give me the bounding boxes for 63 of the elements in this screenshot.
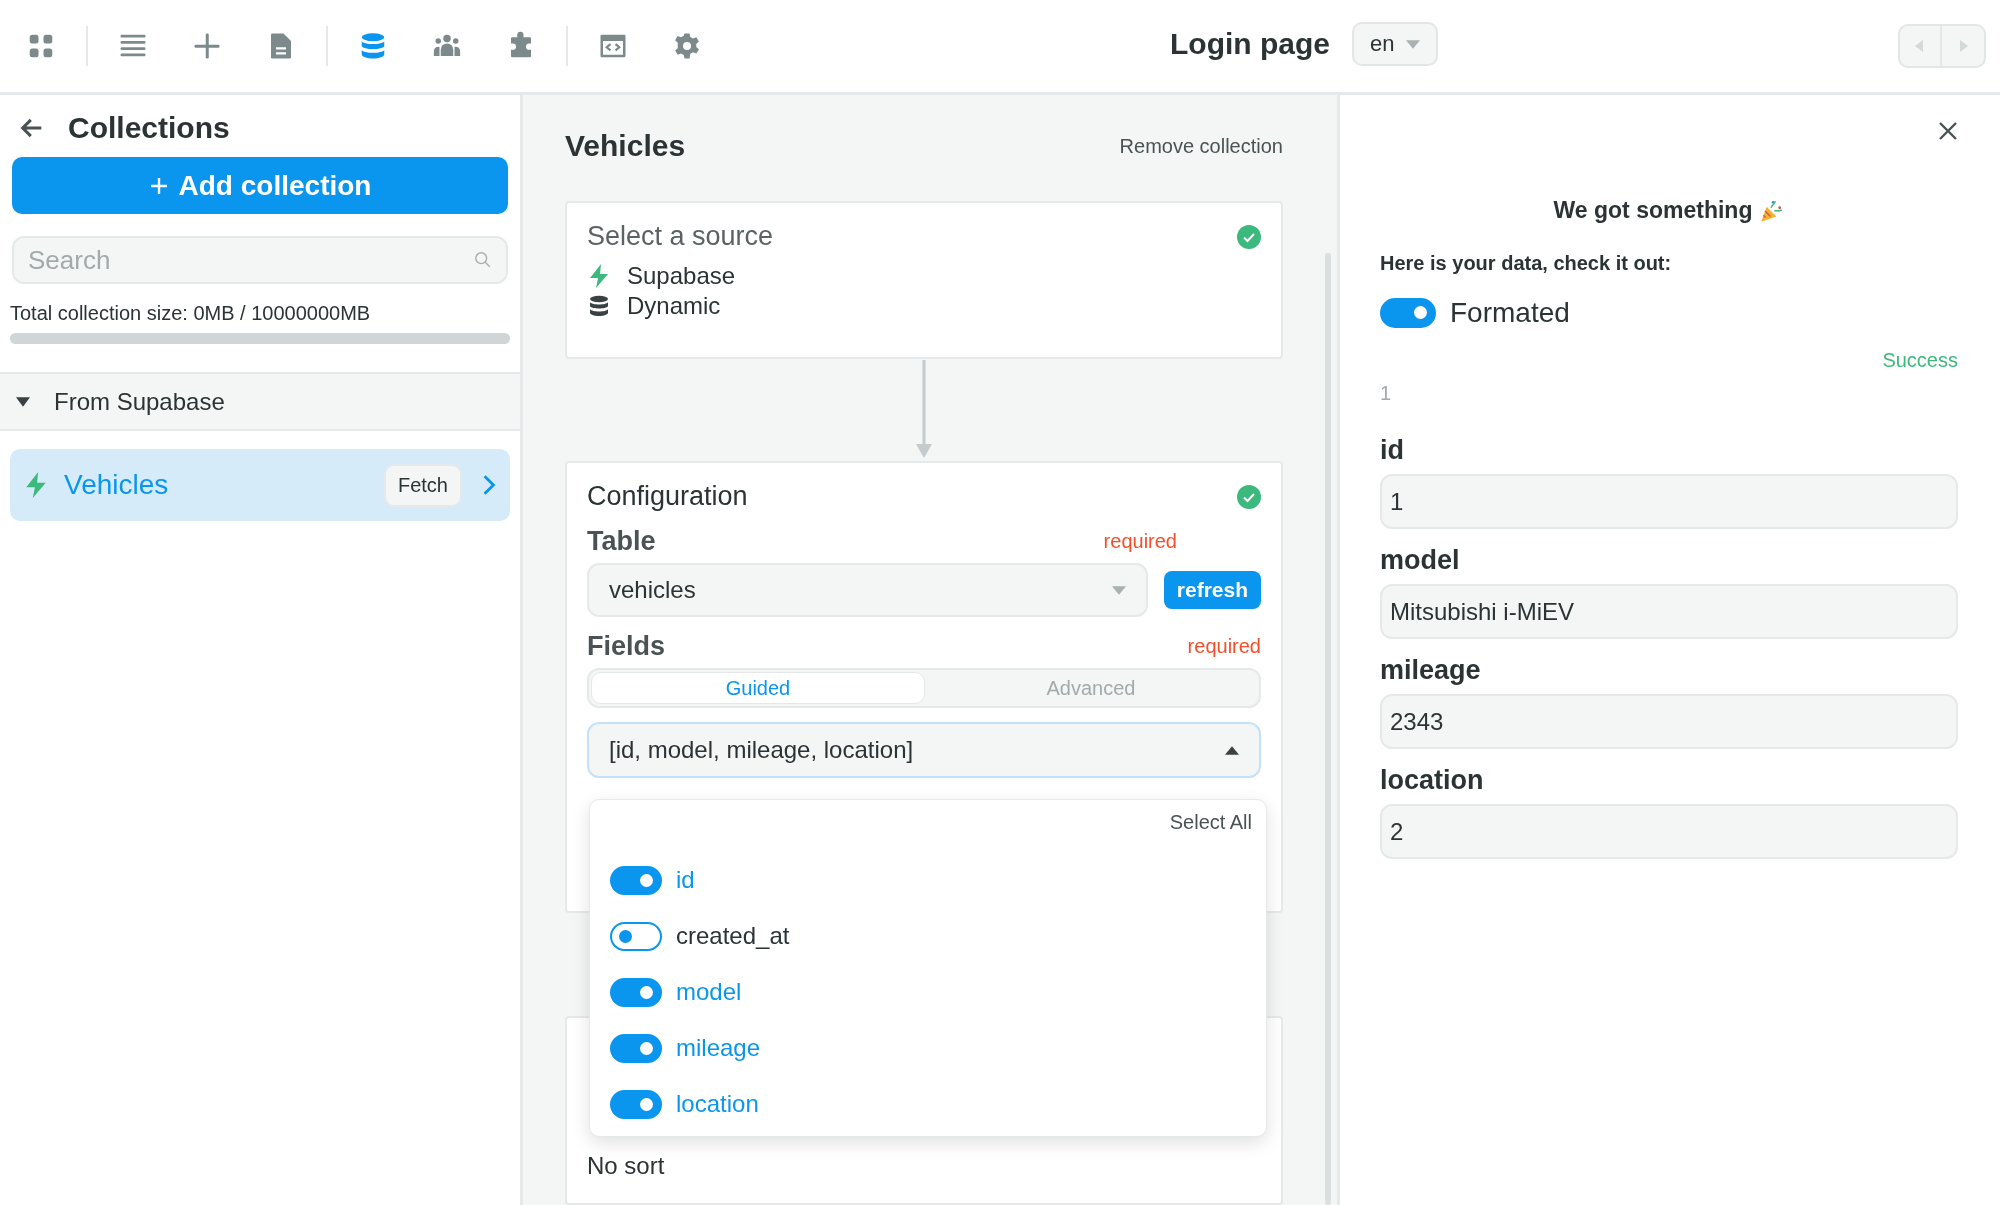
intro-text: Here is your data, check it out: — [1380, 252, 1673, 275]
collection-item[interactable]: Vehicles Fetch — [10, 449, 510, 521]
value-field[interactable]: 2 — [1380, 804, 1958, 859]
formatted-toggle[interactable] — [1380, 298, 1436, 328]
sidebar-title: Collections — [68, 111, 230, 145]
toggle-switch[interactable] — [610, 1089, 662, 1119]
status-text: Success — [1882, 349, 1958, 372]
field-option: mileage — [676, 1034, 761, 1062]
triangle-right-icon — [1958, 40, 1968, 52]
fetch-tag: Fetch — [383, 463, 462, 507]
scrollbar[interactable] — [1325, 253, 1331, 1205]
field-option: location — [676, 1090, 759, 1118]
collection-size-text: Total collection size: 0MB / 10000000MB — [10, 302, 372, 325]
source-label: Dynamic — [627, 292, 721, 320]
field-option: created_at — [676, 922, 790, 950]
field-label: Fields — [587, 631, 666, 662]
value-field[interactable]: Mitsubishi i-MiEV — [1380, 584, 1958, 639]
toggle-switch[interactable] — [610, 865, 662, 895]
language-select[interactable]: en — [1352, 22, 1439, 66]
table-select[interactable]: vehicles — [587, 563, 1148, 617]
required-text: required — [1103, 530, 1177, 553]
field-label: location — [1380, 765, 1485, 796]
select-all-button[interactable]: Select All — [1169, 808, 1252, 836]
field-option: model — [676, 978, 742, 1006]
group-header[interactable]: From Supabase — [0, 372, 520, 431]
field-label: id — [1380, 435, 1405, 466]
plus-icon[interactable] — [192, 31, 222, 61]
field-label: model — [1380, 545, 1461, 576]
value-field[interactable]: 2343 — [1380, 694, 1958, 749]
toggle-switch[interactable] — [610, 977, 662, 1007]
group-label: From Supabase — [54, 387, 225, 416]
toggle-switch[interactable] — [610, 921, 662, 951]
collection-name: Vehicles — [64, 469, 170, 501]
search-icon — [474, 251, 492, 269]
collection-title: Vehicles — [565, 129, 686, 163]
fields-select[interactable]: [id, model, mileage, location] — [587, 722, 1261, 778]
source-label: Supabase — [627, 262, 736, 290]
lightning-icon — [24, 472, 48, 498]
toggle-switch[interactable] — [610, 1033, 662, 1063]
value-field[interactable]: 1 — [1380, 474, 1958, 529]
triangle-left-icon — [1915, 40, 1925, 52]
field-label: mileage — [1380, 655, 1482, 686]
field-option: id — [676, 866, 695, 894]
close-icon[interactable] — [1938, 121, 1958, 141]
summary-text: No sort — [587, 1152, 666, 1180]
field-label: Table — [587, 526, 656, 557]
chevron-right-icon — [482, 474, 496, 496]
required-text: required — [1187, 635, 1261, 658]
caret-icon — [1406, 39, 1421, 49]
lightning-icon — [587, 264, 611, 288]
plus-icon — [148, 175, 169, 196]
caret-icon — [1111, 585, 1126, 595]
record-index: 1 — [1380, 382, 1393, 405]
card-title: Select a source — [587, 221, 774, 252]
page-title: Login page — [1170, 27, 1330, 61]
result-heading: We got something — [1553, 197, 1753, 224]
toggle-label: Formated — [1450, 297, 1570, 329]
search-field[interactable]: Search — [12, 236, 508, 284]
caret-icon — [1225, 745, 1239, 755]
card-title: Configuration — [587, 481, 748, 512]
settings-icon[interactable] — [672, 31, 702, 61]
remove-collection-button[interactable]: Remove collection — [1119, 134, 1283, 158]
database-icon — [587, 294, 611, 318]
